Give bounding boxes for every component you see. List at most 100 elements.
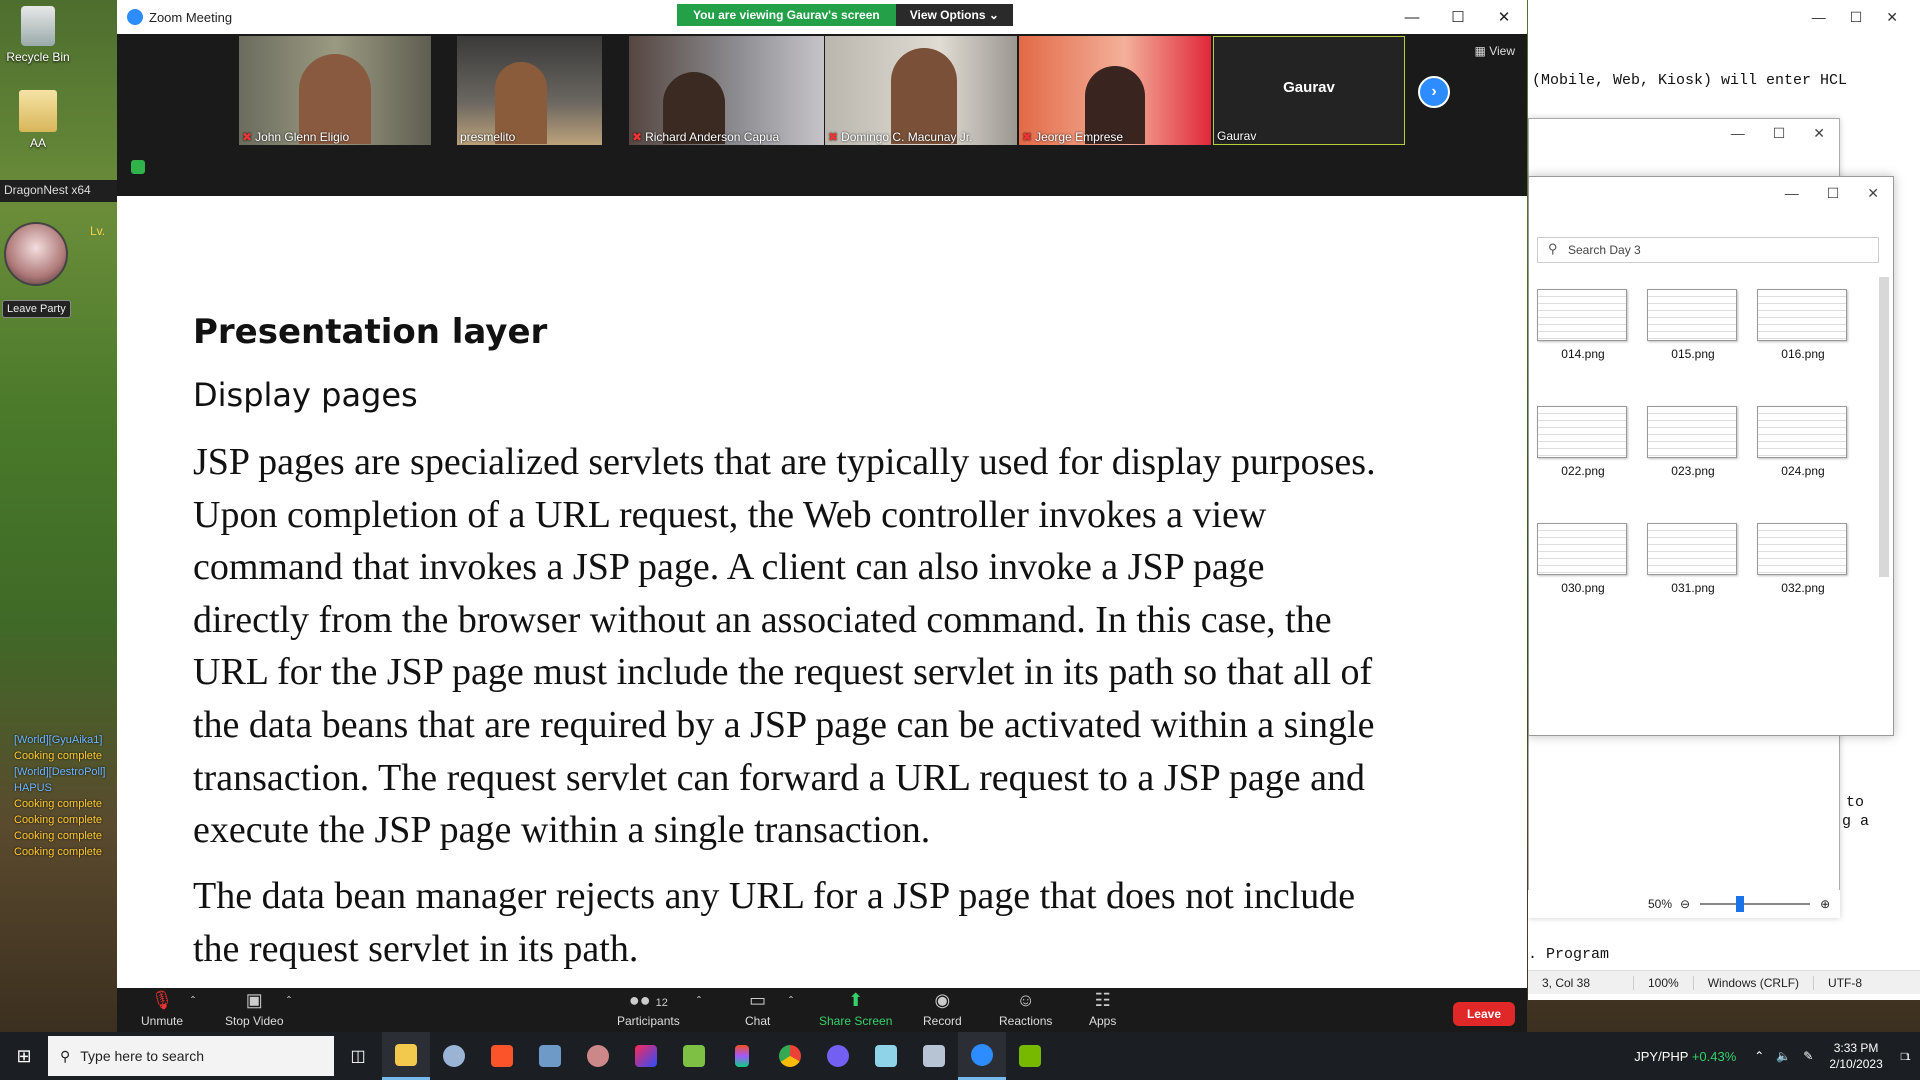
participants-button[interactable]: ●● 12 Participants — [617, 990, 680, 1028]
taskbar-app-chrome[interactable] — [766, 1032, 814, 1080]
character-portrait — [4, 222, 68, 286]
thumbnail-item[interactable]: 032.png — [1757, 523, 1849, 595]
maximize-icon[interactable]: ☐ — [1435, 0, 1481, 34]
thumbnail-item[interactable]: 031.png — [1647, 523, 1739, 595]
minimize-icon[interactable]: — — [1731, 125, 1745, 142]
maximize-icon[interactable]: ☐ — [1850, 9, 1863, 26]
speaker-icon[interactable]: 🔈 — [1776, 1049, 1791, 1063]
leave-meeting-button[interactable]: Leave — [1452, 1002, 1515, 1026]
desktop-icon-recycle-bin[interactable]: Recycle Bin — [0, 6, 76, 64]
encryption-shield-icon[interactable] — [131, 160, 145, 174]
clock[interactable]: 3:33 PM 2/10/2023 — [1829, 1040, 1882, 1072]
maximize-icon[interactable]: ☐ — [1827, 185, 1840, 202]
minimize-icon[interactable]: — — [1812, 9, 1826, 25]
next-page-button[interactable]: › — [1418, 76, 1450, 108]
taskbar-app-figma[interactable] — [718, 1032, 766, 1080]
start-button[interactable]: ⊞ — [0, 1032, 48, 1080]
line-ending: Windows (CRLF) — [1694, 975, 1815, 990]
participant-tile[interactable]: ✖ Richard Anderson Capua — [629, 36, 824, 145]
view-button[interactable]: ▦ View — [1475, 44, 1515, 58]
minimize-icon[interactable]: — — [1785, 185, 1799, 202]
presenter-tile[interactable]: Gaurav Gaurav — [1213, 36, 1405, 145]
close-icon[interactable]: ✕ — [1813, 125, 1825, 142]
chevron-up-icon[interactable]: ⌃ — [1754, 1049, 1764, 1063]
close-icon[interactable]: ✕ — [1886, 9, 1898, 26]
currency-widget[interactable]: JPY/PHP +0.43% — [1634, 1049, 1736, 1064]
taskbar-app-calculator[interactable] — [910, 1032, 958, 1080]
participant-tile[interactable]: ✖ John Glenn Eligio — [239, 36, 431, 145]
taskbar-app-notepad[interactable] — [670, 1032, 718, 1080]
game-window[interactable]: DragonNest x64 Lv. Leave Party [World][G… — [0, 180, 118, 980]
cursor-position: 3, Col 38 — [1528, 975, 1634, 990]
thumbnail-item[interactable]: 015.png — [1647, 289, 1739, 361]
participant-tile[interactable]: ✖ Jeorge Emprese — [1019, 36, 1211, 145]
participant-tile[interactable]: presmelito — [457, 36, 602, 145]
clock-time: 3:33 PM — [1833, 1041, 1879, 1055]
share-screen-button[interactable]: ⬆ Share Screen — [819, 990, 892, 1028]
paragraph-line: transaction. The request servlet can for… — [193, 756, 1365, 799]
explorer-scrollbar[interactable] — [1879, 277, 1889, 577]
taskbar-app-intellij[interactable] — [622, 1032, 670, 1080]
participants-options-button[interactable]: ˆ — [697, 994, 701, 1008]
zoom-titlebar: Zoom Meeting You are viewing Gaurav's sc… — [117, 0, 1527, 34]
zoom-slider[interactable] — [1700, 896, 1811, 912]
video-options-button[interactable]: ˆ — [287, 994, 291, 1008]
taskbar-search-input[interactable]: ⚲ Type here to search — [48, 1036, 334, 1076]
close-icon[interactable]: ✕ — [1867, 185, 1879, 202]
chat-line: HAPUS — [14, 782, 52, 794]
paragraph-line: the request servlet in its path. — [193, 927, 639, 970]
desktop-icon-aa[interactable]: AA — [0, 90, 76, 150]
explorer-search-input[interactable]: ⚲ Search Day 3 — [1537, 237, 1879, 263]
taskbar-app-file-explorer[interactable] — [382, 1032, 430, 1080]
taskbar-search-placeholder: Type here to search — [80, 1048, 205, 1064]
zoom-slider-thumb[interactable] — [1736, 896, 1745, 912]
thumbnail-item[interactable]: 023.png — [1647, 406, 1739, 478]
search-icon: ⚲ — [60, 1047, 71, 1064]
brave-icon — [491, 1045, 513, 1067]
zoom-in-icon[interactable]: ⊕ — [1820, 897, 1830, 911]
taskbar-app-nvidia[interactable] — [1006, 1032, 1054, 1080]
taskbar-app-brave[interactable] — [478, 1032, 526, 1080]
view-options-button[interactable]: View Options ⌄ — [895, 4, 1013, 26]
chat-options-button[interactable]: ˆ — [789, 994, 793, 1008]
paragraph-line: URL for the JSP page must include the re… — [193, 651, 1373, 694]
leave-party-button[interactable]: Leave Party — [2, 300, 71, 318]
paragraph-line: directly from the browser without an ass… — [193, 598, 1332, 641]
thumbnail-item[interactable]: 030.png — [1537, 523, 1629, 595]
close-icon[interactable]: ✕ — [1481, 0, 1527, 34]
image-file-icon — [1537, 289, 1627, 341]
chat-button[interactable]: ▭ Chat — [745, 990, 770, 1028]
taskbar-app-zoom[interactable] — [958, 1032, 1006, 1080]
record-button[interactable]: ◉ Record — [923, 990, 962, 1028]
video-camera-icon: ▣ — [245, 990, 263, 1010]
unmute-button[interactable]: 🎙 Unmute — [141, 990, 183, 1028]
thumbnail-item[interactable]: 022.png — [1537, 406, 1629, 478]
taskbar-app-photos[interactable] — [526, 1032, 574, 1080]
apps-button[interactable]: ☷ Apps — [1089, 990, 1116, 1028]
stop-video-button[interactable]: ▣ Stop Video — [225, 990, 284, 1028]
taskbar-app-game[interactable] — [430, 1032, 478, 1080]
audio-options-button[interactable]: ˆ — [191, 994, 195, 1008]
thumbnail-item[interactable]: 014.png — [1537, 289, 1629, 361]
zoom-meeting-window[interactable]: Zoom Meeting You are viewing Gaurav's sc… — [117, 0, 1527, 1032]
task-view-button[interactable]: ◫ — [334, 1032, 382, 1080]
chat-line: Cooking complete — [14, 846, 103, 858]
participant-tile[interactable]: ✖ Domingo C. Macunay Jr. — [825, 36, 1017, 145]
taskbar-app-game-2[interactable] — [574, 1032, 622, 1080]
file-explorer-window[interactable]: — ☐ ✕ ⚲ Search Day 3 014.png 015.png 016… — [1528, 176, 1894, 736]
taskbar-app-viber[interactable] — [814, 1032, 862, 1080]
notification-count: 1 — [1905, 1052, 1911, 1062]
pen-icon[interactable]: ✎ — [1803, 1049, 1813, 1063]
minimize-icon[interactable]: — — [1389, 0, 1435, 34]
zoom-out-icon[interactable]: ⊖ — [1680, 897, 1690, 911]
notification-button[interactable]: □ 1 — [1901, 1049, 1911, 1063]
video-strip: ✖ John Glenn Eligio presmelito ✖ Richard A… — [117, 34, 1527, 196]
taskbar-app-notes[interactable] — [862, 1032, 910, 1080]
paragraph-line: execute the JSP page within a single tra… — [193, 809, 931, 852]
thumbnail-item[interactable]: 016.png — [1757, 289, 1849, 361]
chat-line: [World][GyuAika1] — [14, 734, 103, 746]
maximize-icon[interactable]: ☐ — [1773, 125, 1786, 142]
reactions-button[interactable]: ☺ Reactions — [999, 990, 1052, 1028]
game-icon — [587, 1045, 609, 1067]
thumbnail-item[interactable]: 024.png — [1757, 406, 1849, 478]
